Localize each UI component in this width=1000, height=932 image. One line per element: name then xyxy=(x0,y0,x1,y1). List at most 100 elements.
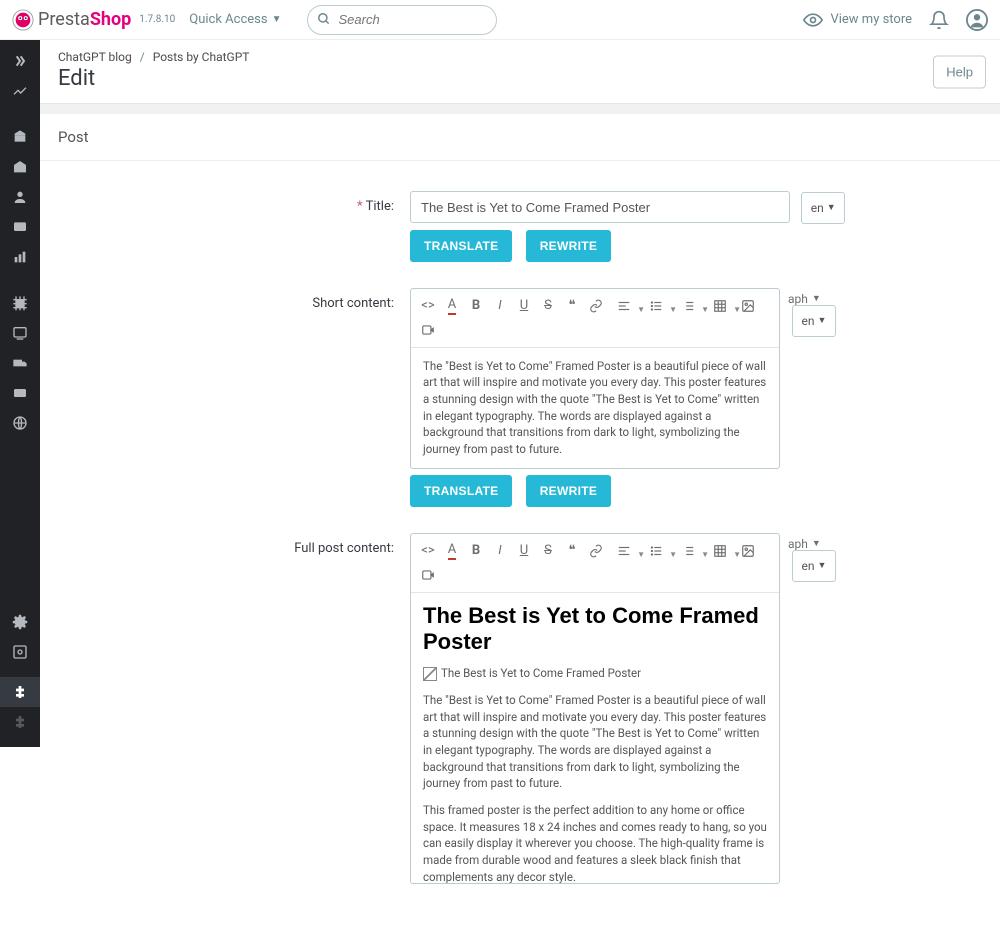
sidebar-design-icon[interactable] xyxy=(0,318,40,348)
video-icon[interactable] xyxy=(417,564,439,586)
page-header: ChatGPT blog / Posts by ChatGPT Edit Hel… xyxy=(40,40,1000,104)
lang-dropdown-full[interactable]: en▼ xyxy=(792,550,836,582)
quote-icon[interactable]: ❝ xyxy=(561,540,583,562)
broken-image-alt: The Best is Yet to Come Framed Poster xyxy=(441,665,641,682)
prestashop-icon xyxy=(12,9,34,31)
paragraph-dropdown-short[interactable]: aph ▼ xyxy=(788,292,821,306)
rewrite-button-title[interactable]: REWRITE xyxy=(526,230,611,262)
video-icon[interactable] xyxy=(417,319,439,341)
full-p1: The "Best is Yet to Come" Framed Poster … xyxy=(423,692,767,792)
bold-icon[interactable]: B xyxy=(465,295,487,317)
lang-dropdown-short[interactable]: en▼ xyxy=(792,305,836,337)
sidebar-dashboard-icon[interactable] xyxy=(0,76,40,106)
page-title: Edit xyxy=(58,66,982,91)
bullet-list-icon[interactable]: ▼ xyxy=(641,295,671,317)
image-icon[interactable] xyxy=(737,295,759,317)
strike-icon[interactable]: S xyxy=(537,295,559,317)
sidebar-plugin-active-icon[interactable] xyxy=(0,677,40,707)
align-icon[interactable]: ▼ xyxy=(609,295,639,317)
brand-shop: Shop xyxy=(90,9,131,30)
title-input[interactable] xyxy=(410,191,790,223)
text-color-icon[interactable]: A xyxy=(441,540,463,562)
full-p2: This framed poster is the perfect additi… xyxy=(423,802,767,883)
account-icon[interactable] xyxy=(966,9,988,31)
align-icon[interactable]: ▼ xyxy=(609,540,639,562)
sidebar-modules-icon[interactable] xyxy=(0,288,40,318)
bullet-list-icon[interactable]: ▼ xyxy=(641,540,671,562)
numbered-list-icon[interactable]: ▼ xyxy=(673,295,703,317)
search-input[interactable] xyxy=(307,5,497,35)
paragraph-dropdown-full[interactable]: aph ▼ xyxy=(788,537,821,551)
quick-access-menu[interactable]: Quick Access ▼ xyxy=(189,12,281,27)
source-code-icon[interactable]: <> xyxy=(417,295,439,317)
row-title: *Title: en▼ TRANSLATE REWRITE xyxy=(70,191,970,270)
underline-icon[interactable]: U xyxy=(513,295,535,317)
table-icon[interactable]: ▼ xyxy=(705,295,735,317)
sidebar-customer-service-icon[interactable] xyxy=(0,212,40,242)
lang-dropdown-title[interactable]: en▼ xyxy=(801,192,845,224)
link-icon[interactable] xyxy=(585,540,607,562)
quick-access-label: Quick Access xyxy=(189,12,267,27)
full-heading: The Best is Yet to Come Framed Poster xyxy=(423,603,767,656)
rte-short: <> A B I U S ❝ ▼ ▼ xyxy=(410,288,780,469)
view-store-link[interactable]: View my store xyxy=(802,9,912,31)
broken-image: The Best is Yet to Come Framed Poster xyxy=(423,665,641,682)
row-short-content: Short content: <> A B I U S xyxy=(70,288,970,515)
rewrite-button-short[interactable]: REWRITE xyxy=(526,475,611,507)
source-code-icon[interactable]: <> xyxy=(417,540,439,562)
chevron-down-icon: ▼ xyxy=(272,14,282,25)
eye-icon xyxy=(802,9,824,31)
link-icon[interactable] xyxy=(585,295,607,317)
breadcrumb-item-2[interactable]: Posts by ChatGPT xyxy=(153,50,250,64)
rte-body-full[interactable]: The Best is Yet to Come Framed Poster Th… xyxy=(411,593,779,883)
sidebar-expand-icon[interactable] xyxy=(0,46,40,76)
help-button[interactable]: Help xyxy=(933,55,986,88)
label-full-content: Full post content: xyxy=(70,533,410,556)
sidebar-shipping-icon[interactable] xyxy=(0,348,40,378)
broken-image-icon xyxy=(423,667,437,681)
sidebar-configure-icon[interactable] xyxy=(0,607,40,637)
sidebar-stats-icon[interactable] xyxy=(0,242,40,272)
sidebar-international-icon[interactable] xyxy=(0,408,40,438)
version-label: 1.7.8.10 xyxy=(139,14,175,25)
main: ChatGPT blog / Posts by ChatGPT Edit Hel… xyxy=(40,40,1000,932)
chevron-down-icon: ▼ xyxy=(818,560,827,571)
sidebar-customers-icon[interactable] xyxy=(0,182,40,212)
table-icon[interactable]: ▼ xyxy=(705,540,735,562)
breadcrumb-separator: / xyxy=(140,50,145,64)
rte-body-short[interactable]: The "Best is Yet to Come" Framed Poster … xyxy=(411,348,779,468)
sidebar-advanced-icon[interactable] xyxy=(0,637,40,667)
sidebar-payment-icon[interactable] xyxy=(0,378,40,408)
rte-toolbar-short: <> A B I U S ❝ ▼ ▼ xyxy=(411,289,779,348)
italic-icon[interactable]: I xyxy=(489,540,511,562)
sidebar-catalog-icon[interactable] xyxy=(0,152,40,182)
row-full-content: Full post content: <> A B I U S xyxy=(70,533,970,884)
top-header: PrestaShop 1.7.8.10 Quick Access ▼ View … xyxy=(0,0,1000,40)
post-panel: Post *Title: en▼ TRANSLATE REWRITE xyxy=(40,114,1000,932)
numbered-list-icon[interactable]: ▼ xyxy=(673,540,703,562)
view-store-label: View my store xyxy=(830,12,912,27)
label-title: *Title: xyxy=(70,191,410,214)
image-icon[interactable] xyxy=(737,540,759,562)
logo[interactable]: PrestaShop xyxy=(12,9,131,31)
text-color-icon[interactable]: A xyxy=(441,295,463,317)
rte-full: <> A B I U S ❝ ▼ ▼ xyxy=(410,533,780,884)
rte-toolbar-full: <> A B I U S ❝ ▼ ▼ xyxy=(411,534,779,593)
chevron-down-icon: ▼ xyxy=(827,202,836,213)
translate-button-short[interactable]: TRANSLATE xyxy=(410,475,512,507)
notifications-icon[interactable] xyxy=(928,9,950,31)
sidebar xyxy=(0,40,40,747)
translate-button-title[interactable]: TRANSLATE xyxy=(410,230,512,262)
breadcrumb: ChatGPT blog / Posts by ChatGPT xyxy=(58,50,982,64)
panel-heading: Post xyxy=(40,114,1000,161)
sidebar-orders-icon[interactable] xyxy=(0,122,40,152)
bold-icon[interactable]: B xyxy=(465,540,487,562)
quote-icon[interactable]: ❝ xyxy=(561,295,583,317)
sidebar-plugin-icon[interactable] xyxy=(0,707,40,737)
strike-icon[interactable]: S xyxy=(537,540,559,562)
italic-icon[interactable]: I xyxy=(489,295,511,317)
search-box xyxy=(307,5,497,35)
search-icon xyxy=(317,12,331,30)
breadcrumb-item-1[interactable]: ChatGPT blog xyxy=(58,50,132,64)
underline-icon[interactable]: U xyxy=(513,540,535,562)
